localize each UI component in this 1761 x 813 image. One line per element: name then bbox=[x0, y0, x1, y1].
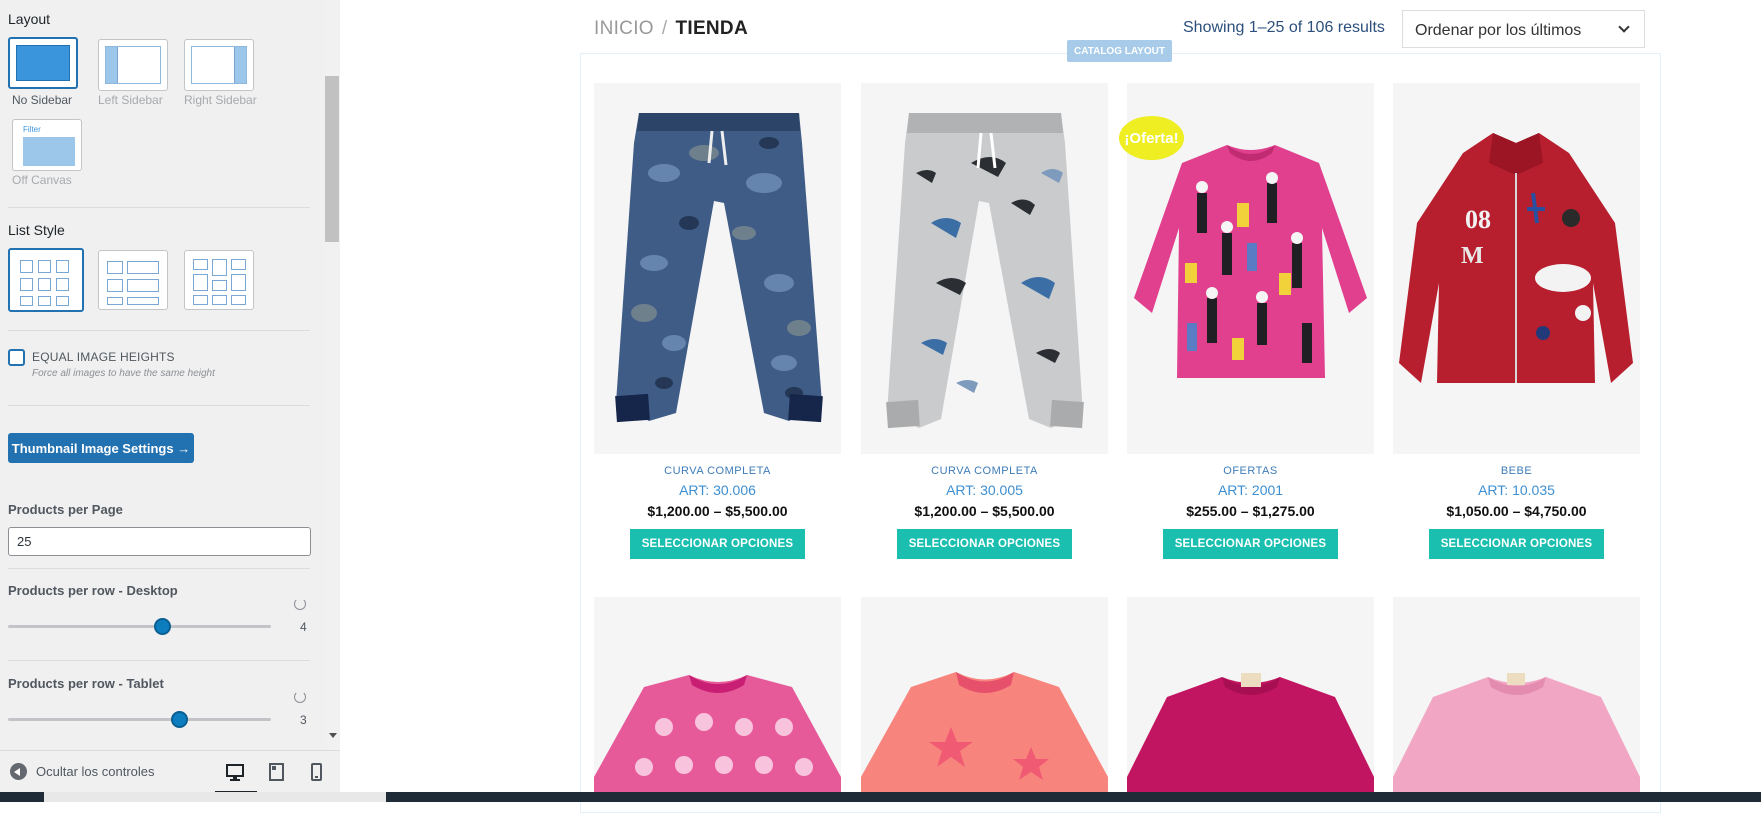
product-category[interactable]: OFERTAS bbox=[1127, 465, 1374, 477]
scroll-down-arrow-icon[interactable] bbox=[329, 733, 337, 738]
product-card: 08 M BEBE ART: 10.035 $1,050.00 – $4,750… bbox=[1393, 83, 1640, 559]
chevron-down-icon bbox=[1618, 21, 1630, 33]
divider bbox=[8, 660, 310, 661]
product-image-camo-pants[interactable] bbox=[594, 83, 841, 454]
products-per-page-input[interactable] bbox=[8, 527, 311, 556]
per-row-tablet-slider-handle[interactable] bbox=[171, 711, 188, 728]
product-title[interactable]: ART: 2001 bbox=[1127, 482, 1374, 498]
product-title[interactable]: ART: 10.035 bbox=[1393, 482, 1640, 498]
result-count: Showing 1–25 of 106 results bbox=[1183, 19, 1385, 36]
tablet-preview-icon[interactable] bbox=[265, 761, 289, 783]
select-options-button[interactable]: SELECCIONAR OPCIONES bbox=[1163, 529, 1338, 559]
product-image-stars-sweater[interactable] bbox=[861, 597, 1108, 802]
thumbnail-settings-button[interactable]: Thumbnail Image Settings → bbox=[8, 433, 194, 463]
product-image-dino-pants[interactable] bbox=[861, 83, 1108, 454]
product-category[interactable]: CURVA COMPLETA bbox=[861, 465, 1108, 477]
catalog-layout-badge[interactable]: CATALOG LAYOUT bbox=[1067, 40, 1172, 62]
product-image-hearts-sweater[interactable] bbox=[594, 597, 841, 802]
sale-badge: ¡Oferta! bbox=[1119, 116, 1184, 160]
layout-label-left-sidebar: Left Sidebar bbox=[98, 93, 163, 107]
layout-option-left-sidebar[interactable] bbox=[98, 39, 168, 91]
left-sidebar-icon bbox=[105, 46, 161, 84]
svg-text:M: M bbox=[1461, 243, 1484, 269]
list-style-heading: List Style bbox=[8, 222, 65, 238]
equal-heights-description: Force all images to have the same height bbox=[32, 368, 215, 379]
divider bbox=[8, 330, 310, 331]
reset-icon[interactable] bbox=[294, 598, 306, 610]
layout-option-no-sidebar[interactable] bbox=[8, 37, 78, 89]
divider bbox=[8, 405, 310, 406]
list-style-grid[interactable] bbox=[8, 248, 84, 312]
right-sidebar-icon bbox=[191, 46, 247, 84]
per-row-tablet-value: 3 bbox=[300, 713, 307, 727]
hide-controls-link[interactable]: Ocultar los controles bbox=[36, 764, 155, 779]
layout-option-off-canvas[interactable]: Filter bbox=[12, 119, 82, 171]
list-style-list[interactable] bbox=[98, 250, 168, 310]
divider bbox=[8, 568, 310, 569]
svg-text:08: 08 bbox=[1465, 205, 1491, 234]
collapse-arrow-icon[interactable] bbox=[10, 763, 27, 780]
product-card: CURVA COMPLETA ART: 30.006 $1,200.00 – $… bbox=[594, 83, 841, 559]
product-title[interactable]: ART: 30.006 bbox=[594, 482, 841, 498]
product-card: CURVA COMPLETA ART: 30.005 $1,200.00 – $… bbox=[861, 83, 1108, 559]
breadcrumb-home-link[interactable]: INICIO bbox=[594, 18, 654, 39]
mobile-preview-icon[interactable] bbox=[305, 761, 329, 783]
taskbar bbox=[0, 792, 1761, 802]
layout-heading: Layout bbox=[8, 11, 51, 27]
per-row-tablet-slider[interactable] bbox=[8, 718, 271, 721]
per-row-desktop-label: Products per row - Desktop bbox=[8, 583, 178, 598]
filter-tag: Filter bbox=[23, 125, 41, 134]
customizer-footer: Ocultar los controles bbox=[0, 750, 340, 794]
customizer-panel: Layout No Sidebar Left Sidebar Right Sid… bbox=[0, 0, 325, 750]
product-price: $1,200.00 – $5,500.00 bbox=[914, 503, 1055, 519]
taskbar-search[interactable] bbox=[44, 792, 386, 802]
product-category[interactable]: CURVA COMPLETA bbox=[594, 465, 841, 477]
layout-label-no-sidebar: No Sidebar bbox=[12, 93, 73, 107]
breadcrumb-separator: / bbox=[661, 18, 668, 39]
layout-label-right-sidebar: Right Sidebar bbox=[184, 93, 257, 107]
products-per-page-label: Products per Page bbox=[8, 502, 123, 517]
select-options-button[interactable]: SELECCIONAR OPCIONES bbox=[1429, 529, 1604, 559]
product-price: $1,050.00 – $4,750.00 bbox=[1446, 503, 1587, 519]
equal-heights-checkbox[interactable] bbox=[8, 349, 25, 366]
select-options-button[interactable]: SELECCIONAR OPCIONES bbox=[630, 529, 805, 559]
list-style-masonry[interactable] bbox=[184, 250, 254, 310]
full-width-icon bbox=[16, 45, 70, 81]
orderby-select[interactable]: Ordenar por los últimos bbox=[1402, 10, 1645, 48]
product-price: $255.00 – $1,275.00 bbox=[1186, 503, 1315, 519]
breadcrumb: INICIO / TIENDA bbox=[594, 18, 748, 40]
desktop-preview-icon[interactable] bbox=[215, 761, 257, 794]
product-title[interactable]: ART: 30.005 bbox=[861, 482, 1108, 498]
per-row-desktop-value: 4 bbox=[300, 620, 307, 634]
breadcrumb-current: TIENDA bbox=[675, 18, 748, 39]
product-image-red-jacket[interactable]: 08 M bbox=[1393, 83, 1640, 454]
orderby-value: Ordenar por los últimos bbox=[1415, 22, 1582, 39]
per-row-desktop-slider-handle[interactable] bbox=[154, 618, 171, 635]
divider bbox=[8, 207, 310, 208]
customizer-sidebar: Layout No Sidebar Left Sidebar Right Sid… bbox=[0, 0, 340, 802]
equal-heights-label: EQUAL IMAGE HEIGHTS bbox=[32, 350, 175, 364]
layout-option-right-sidebar[interactable] bbox=[184, 39, 254, 91]
product-price: $1,200.00 – $5,500.00 bbox=[647, 503, 788, 519]
product-image-light-pink-sweater[interactable] bbox=[1393, 597, 1640, 802]
product-image-magenta-sweater[interactable] bbox=[1127, 597, 1374, 802]
panel-scrollbar-thumb[interactable] bbox=[325, 76, 339, 242]
product-category[interactable]: BEBE bbox=[1393, 465, 1640, 477]
reset-icon[interactable] bbox=[294, 691, 306, 703]
per-row-desktop-slider[interactable] bbox=[8, 625, 271, 628]
select-options-button[interactable]: SELECCIONAR OPCIONES bbox=[897, 529, 1072, 559]
off-canvas-icon bbox=[23, 137, 75, 166]
layout-label-off-canvas: Off Canvas bbox=[12, 173, 72, 187]
per-row-tablet-label: Products per row - Tablet bbox=[8, 676, 164, 691]
